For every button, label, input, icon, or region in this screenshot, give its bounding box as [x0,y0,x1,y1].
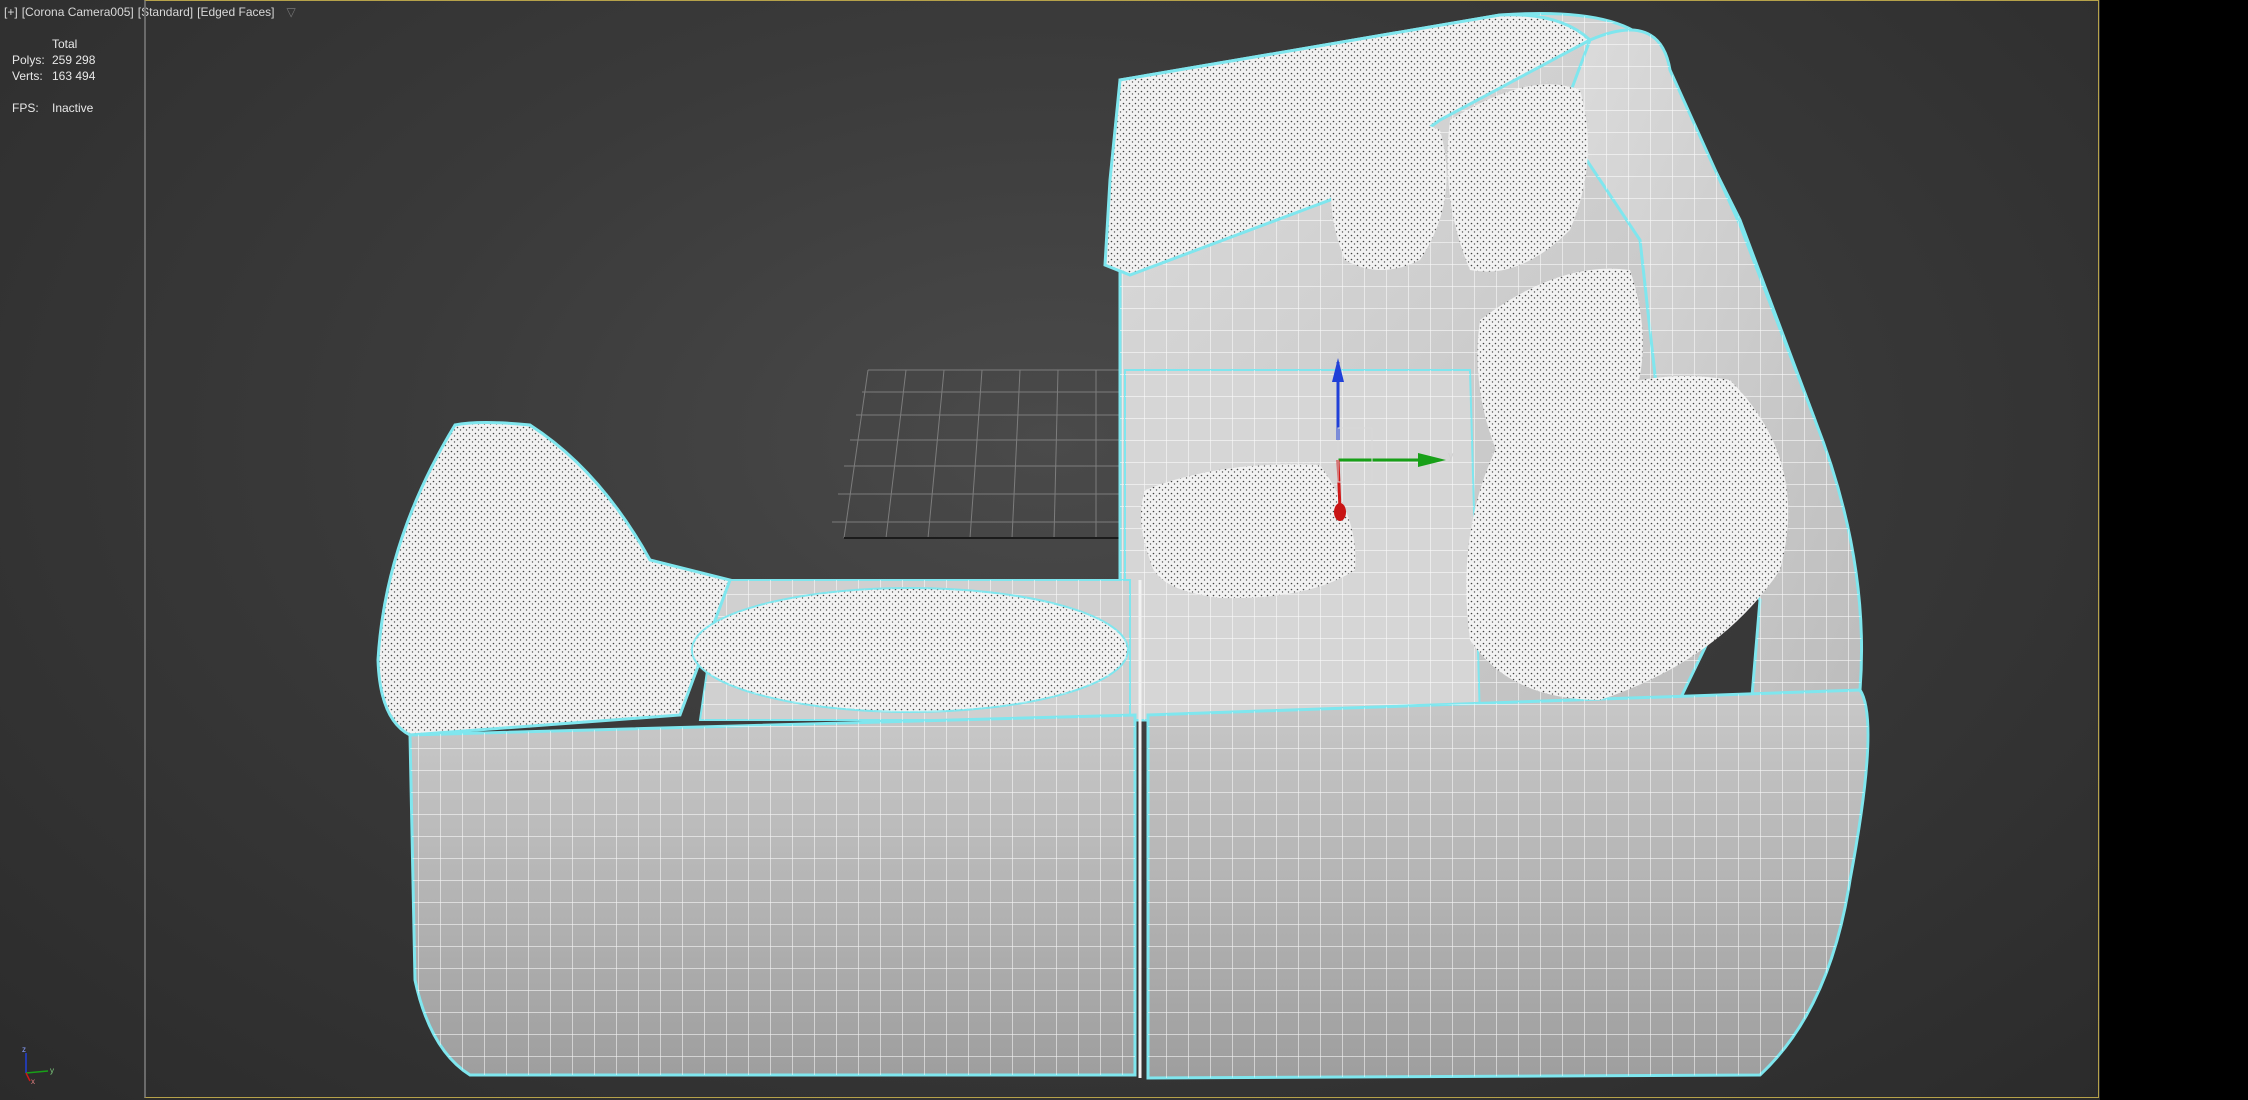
gizmo-y-label: y [1448,450,1454,462]
viewport-camera-label[interactable]: [Corona Camera005] [22,5,134,19]
gizmo-x-arrow-icon[interactable] [1334,503,1346,521]
sofa-front-left-panel[interactable] [408,713,1137,1077]
ottoman-cushion[interactable] [691,587,1129,713]
verts-label: Verts: [12,69,43,83]
stats-header: Total [52,37,78,51]
viewport-shading-label[interactable]: [Standard] [138,5,193,19]
filter-icon[interactable]: ▽ [287,5,296,19]
pillow-5[interactable] [1141,464,1356,599]
sofa-front-right-panel[interactable] [1146,688,1870,1080]
right-empty-panel [2100,0,2248,1100]
polys-label: Polys: [12,53,45,67]
polys-value: 259 298 [52,53,96,67]
sofa-left-armrest[interactable] [376,421,732,737]
viewport-menu-plus[interactable]: [+] [4,5,18,19]
viewport-label[interactable]: [+] [Corona Camera005] [Standard] [Edged… [4,5,296,19]
tripod-z-label: z [22,1045,26,1054]
statistics-overlay: Total Polys: 259 298 Verts: 163 494 FPS: In… [12,36,95,116]
3d-viewport[interactable]: y z [+] [Corona Camera005] [Standard] [E… [0,0,2100,1100]
verts-value: 163 494 [52,69,96,83]
tripod-y-label: y [50,1066,54,1075]
tripod-x-label: x [31,1077,35,1085]
home-grid [832,369,1120,539]
gizmo-z-label: z [1336,347,1342,359]
scene-canvas[interactable]: y z [0,0,2100,1100]
axis-tripod-icon: z y x [22,1045,54,1085]
fps-value: Inactive [52,101,94,115]
fps-label: FPS: [12,101,39,115]
viewport-display-mode-label[interactable]: [Edged Faces] [197,5,274,19]
